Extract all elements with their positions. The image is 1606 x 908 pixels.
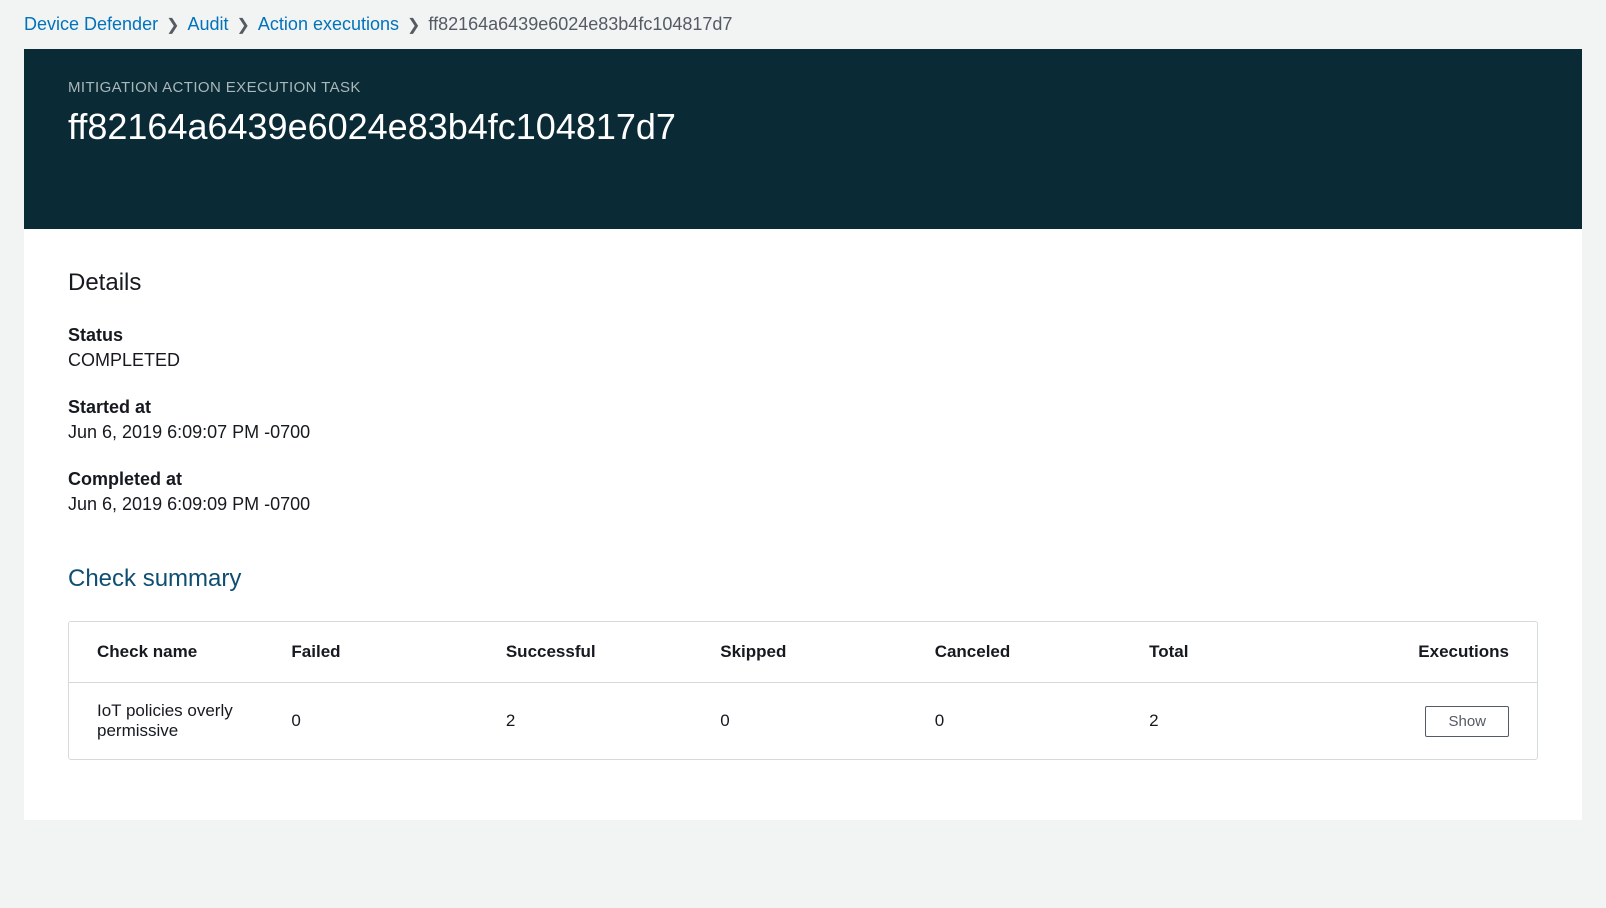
details-heading: Details	[68, 269, 1538, 297]
page-title: ff82164a6439e6024e83b4fc104817d7	[68, 104, 1538, 149]
detail-label: Status	[68, 325, 1538, 346]
cell-failed: 0	[283, 683, 497, 760]
table-row: IoT policies overly permissive 0 2 0 0 2…	[69, 683, 1537, 760]
detail-started-at: Started at Jun 6, 2019 6:09:07 PM -0700	[68, 397, 1538, 443]
col-skipped: Skipped	[712, 622, 926, 683]
check-summary-section: Check summary Check name Failed Successf…	[68, 565, 1538, 760]
page-header: MITIGATION ACTION EXECUTION TASK ff82164…	[24, 49, 1582, 229]
show-button[interactable]: Show	[1425, 706, 1509, 737]
chevron-right-icon: ❯	[407, 15, 420, 35]
chevron-right-icon: ❯	[166, 15, 179, 35]
cell-skipped: 0	[712, 683, 926, 760]
col-total: Total	[1141, 622, 1355, 683]
cell-canceled: 0	[927, 683, 1141, 760]
cell-successful: 2	[498, 683, 712, 760]
detail-value: Jun 6, 2019 6:09:07 PM -0700	[68, 422, 1538, 443]
table-header-row: Check name Failed Successful Skipped Can…	[69, 622, 1537, 683]
breadcrumb-link-action-executions[interactable]: Action executions	[258, 14, 399, 35]
detail-label: Completed at	[68, 469, 1538, 490]
cell-executions: Show	[1356, 683, 1537, 760]
breadcrumb-current: ff82164a6439e6024e83b4fc104817d7	[428, 14, 732, 35]
col-successful: Successful	[498, 622, 712, 683]
col-failed: Failed	[283, 622, 497, 683]
detail-value: Jun 6, 2019 6:09:09 PM -0700	[68, 494, 1538, 515]
cell-check-name: IoT policies overly permissive	[69, 683, 283, 760]
breadcrumb-link-audit[interactable]: Audit	[187, 14, 228, 35]
check-summary-heading: Check summary	[68, 565, 1538, 593]
cell-total: 2	[1141, 683, 1355, 760]
col-executions: Executions	[1356, 622, 1537, 683]
detail-completed-at: Completed at Jun 6, 2019 6:09:09 PM -070…	[68, 469, 1538, 515]
check-summary-table: Check name Failed Successful Skipped Can…	[69, 622, 1537, 759]
col-canceled: Canceled	[927, 622, 1141, 683]
detail-label: Started at	[68, 397, 1538, 418]
detail-status: Status COMPLETED	[68, 325, 1538, 371]
breadcrumb-link-device-defender[interactable]: Device Defender	[24, 14, 158, 35]
chevron-right-icon: ❯	[237, 15, 250, 35]
details-section: Details Status COMPLETED Started at Jun …	[68, 269, 1538, 515]
col-check-name: Check name	[69, 622, 283, 683]
check-summary-table-wrap: Check name Failed Successful Skipped Can…	[68, 621, 1538, 760]
detail-value: COMPLETED	[68, 350, 1538, 371]
page-eyebrow: MITIGATION ACTION EXECUTION TASK	[68, 79, 1538, 96]
breadcrumb: Device Defender ❯ Audit ❯ Action executi…	[0, 0, 1606, 49]
main-content: Details Status COMPLETED Started at Jun …	[24, 229, 1582, 820]
